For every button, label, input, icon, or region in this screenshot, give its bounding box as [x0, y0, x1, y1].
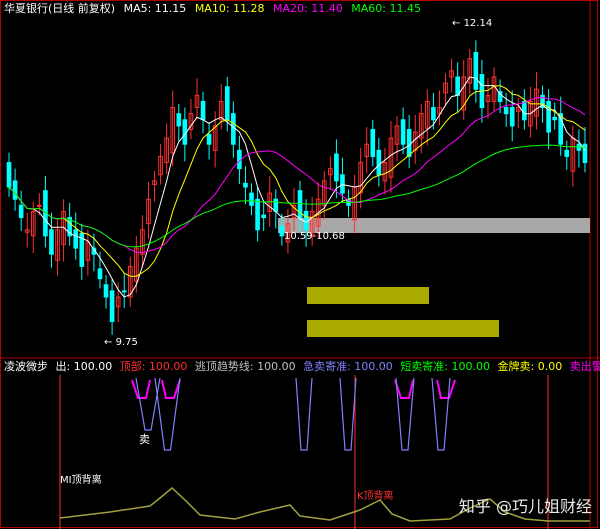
candle-body	[176, 113, 182, 127]
indicator-rapid: 急卖寄准: 100.00	[303, 360, 393, 373]
candle-body	[406, 129, 412, 157]
candle-body	[121, 290, 127, 293]
indicator-top: 顶部: 100.00	[119, 360, 188, 373]
sell-label: 卖	[139, 433, 150, 446]
ma10-value: MA10: 11.28	[194, 2, 265, 15]
low-label: ← 9.75	[104, 337, 138, 348]
high-label: ← 12.14	[452, 18, 493, 29]
top-bracket	[394, 379, 456, 399]
ma20-value: MA20: 11.40	[273, 2, 343, 15]
candle-body	[273, 198, 279, 212]
candle-body	[255, 198, 260, 231]
candle-body	[431, 107, 436, 121]
candle-body	[103, 284, 109, 298]
candle-body	[473, 52, 479, 90]
candle-body	[261, 214, 266, 219]
candle-body	[243, 182, 248, 188]
candle-body	[522, 100, 527, 121]
ma5-line	[8, 76, 586, 298]
candle-body	[552, 116, 557, 121]
range-label: 10.59-10.68	[284, 231, 345, 242]
candle-body	[37, 204, 42, 207]
indicator-out: 出: 100.00	[55, 360, 113, 373]
chart-frame	[0, 0, 598, 528]
candle-body	[334, 153, 339, 182]
candle-body	[546, 100, 551, 133]
sell-signal-v	[339, 377, 357, 451]
k-divergence-label: K顶背离	[357, 491, 394, 502]
candle-body	[6, 162, 12, 188]
candle-body	[340, 174, 345, 194]
candle-body	[73, 229, 79, 249]
candle-body	[370, 129, 376, 157]
candle-body	[200, 100, 206, 121]
ma5-value: MA5: 11.15	[123, 2, 187, 15]
candle-body	[455, 76, 460, 96]
candle-body	[224, 86, 230, 121]
candlestick-chart	[0, 0, 600, 529]
blurred-text-1	[307, 287, 429, 304]
indicator-short: 短卖寄准: 100.00	[400, 360, 491, 373]
mi-divergence-label: MI顶背离	[60, 475, 102, 486]
candle-body	[503, 107, 509, 115]
candle-body	[582, 143, 588, 164]
watermark: 知乎 @巧儿姐财经	[458, 497, 592, 516]
price-header: 华夏银行(日线 前复权) MA5: 11.15 MA10: 11.28 MA20…	[4, 2, 426, 16]
candle-body	[97, 268, 103, 280]
ma10-line	[8, 85, 586, 277]
candle-body	[18, 204, 24, 219]
blurred-text-2	[307, 320, 499, 337]
indicator-name: 凌波微步	[4, 360, 48, 373]
indicator-warn: 卖出警戒:	[569, 360, 600, 373]
indicator-header: 凌波微步 出: 100.00 顶部: 100.00 逃顶趋势线: 100.00 …	[4, 360, 600, 374]
indicator-gold: 金牌卖: 0.00	[497, 360, 563, 373]
candle-body	[400, 119, 406, 145]
candle-body	[12, 180, 18, 200]
candle-body	[206, 133, 212, 145]
sell-signal-v	[295, 377, 313, 451]
candle-body	[303, 210, 309, 231]
candle-body	[509, 107, 515, 127]
ma60-value: MA60: 11.45	[351, 2, 421, 15]
candle-body	[49, 229, 54, 255]
candle-body	[249, 192, 254, 206]
candle-body	[376, 149, 382, 176]
candle-body	[109, 290, 115, 322]
sell-signal-v	[431, 377, 451, 451]
indicator-escape: 逃顶趋势线: 100.00	[194, 360, 296, 373]
candle-body	[231, 113, 236, 145]
stock-title: 华夏银行(日线 前复权)	[4, 2, 116, 15]
candle-body	[564, 149, 570, 157]
